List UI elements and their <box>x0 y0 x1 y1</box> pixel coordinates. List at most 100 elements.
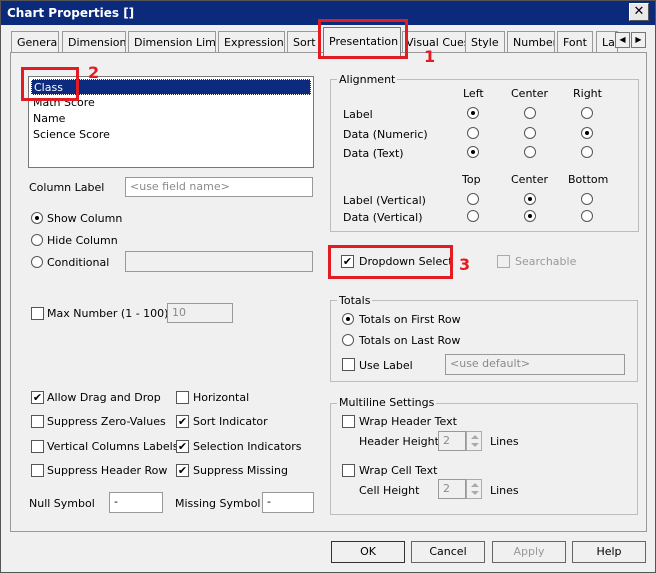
wrap-cell-label: Wrap Cell Text <box>359 464 438 477</box>
annotation-box-presentation <box>318 19 408 59</box>
null-symbol-input[interactable]: - <box>109 492 163 513</box>
selection-indicators-label: Selection Indicators <box>193 440 302 453</box>
window-title: Chart Properties [] <box>7 6 135 20</box>
suppress-header-label: Suppress Header Row <box>47 464 168 477</box>
align-header-top: Top <box>462 173 481 186</box>
totals-group-title: Totals <box>337 294 373 307</box>
list-item[interactable]: Science Score <box>31 127 311 143</box>
ok-button[interactable]: OK <box>331 541 405 563</box>
selection-indicators-checkbox[interactable]: ✔ <box>176 440 189 453</box>
max-number-input: 10 <box>167 303 233 323</box>
datav-center-radio[interactable] <box>524 210 536 222</box>
list-item[interactable]: Name <box>31 111 311 127</box>
hide-column-label: Hide Column <box>47 234 118 247</box>
cell-lines-label: Lines <box>490 484 519 497</box>
align-header-left: Left <box>463 87 484 100</box>
vertical-labels-checkbox[interactable] <box>31 440 44 453</box>
totals-last-row-radio[interactable] <box>342 334 354 346</box>
align-header-center: Center <box>511 87 549 100</box>
missing-symbol-label: Missing Symbol <box>175 497 261 510</box>
tab-number[interactable]: Number <box>507 31 555 53</box>
tab-dimensions[interactable]: Dimensions <box>62 31 126 53</box>
tab-font[interactable]: Font <box>557 31 593 53</box>
horizontal-checkbox[interactable] <box>176 391 189 404</box>
align-header-right: Right <box>573 87 602 100</box>
cell-height-spinner <box>466 479 482 499</box>
cell-height-label: Cell Height <box>359 484 420 497</box>
show-column-radio[interactable] <box>31 212 43 224</box>
labelv-top-radio[interactable] <box>467 193 479 205</box>
label-right-radio[interactable] <box>581 107 593 119</box>
allow-drag-checkbox[interactable]: ✔ <box>31 391 44 404</box>
tab-dimension-limits[interactable]: Dimension Limits <box>128 31 216 53</box>
suppress-zero-label: Suppress Zero-Values <box>47 415 166 428</box>
use-label-checkbox[interactable] <box>342 358 355 371</box>
horizontal-label: Horizontal <box>193 391 250 404</box>
multiline-group-title: Multiline Settings <box>337 396 437 409</box>
align-header-bottom: Bottom <box>568 173 609 186</box>
conditional-input <box>125 251 313 272</box>
align-row-data-text: Data (Text) <box>343 147 404 160</box>
text-right-radio[interactable] <box>581 146 593 158</box>
tab-scroll-left-icon[interactable]: ◀ <box>615 32 630 48</box>
totals-first-row-radio[interactable] <box>342 313 354 325</box>
max-number-checkbox[interactable] <box>31 307 44 320</box>
suppress-header-checkbox[interactable] <box>31 464 44 477</box>
column-label-input[interactable]: <use field name> <box>125 177 313 197</box>
tab-style[interactable]: Style <box>465 31 505 53</box>
cancel-button[interactable]: Cancel <box>411 541 485 563</box>
alignment-group-title: Alignment <box>337 73 398 86</box>
hide-column-radio[interactable] <box>31 234 43 246</box>
suppress-zero-checkbox[interactable] <box>31 415 44 428</box>
annotation-number-1: 1 <box>424 47 436 66</box>
text-left-radio[interactable] <box>467 146 479 158</box>
annotation-number-2: 2 <box>88 63 100 82</box>
help-button[interactable]: Help <box>572 541 646 563</box>
totals-last-row-label: Totals on Last Row <box>359 334 461 347</box>
label-center-radio[interactable] <box>524 107 536 119</box>
header-lines-label: Lines <box>490 435 519 448</box>
align-row-data-numeric: Data (Numeric) <box>343 128 428 141</box>
annotation-number-3: 3 <box>459 255 471 274</box>
sort-indicator-checkbox[interactable]: ✔ <box>176 415 189 428</box>
numeric-center-radio[interactable] <box>524 127 536 139</box>
text-center-radio[interactable] <box>524 146 536 158</box>
wrap-cell-checkbox[interactable] <box>342 464 355 477</box>
apply-button: Apply <box>492 541 566 563</box>
align-header-vcenter: Center <box>511 173 549 186</box>
searchable-checkbox <box>497 255 510 268</box>
tab-general[interactable]: General <box>11 31 59 53</box>
conditional-radio[interactable] <box>31 256 43 268</box>
header-height-input: 2 <box>438 431 466 451</box>
use-label-input: <use default> <box>445 354 625 375</box>
datav-bottom-radio[interactable] <box>581 210 593 222</box>
tab-sort[interactable]: Sort <box>287 31 321 53</box>
sort-indicator-label: Sort Indicator <box>193 415 268 428</box>
close-icon[interactable]: ✕ <box>629 3 649 21</box>
missing-symbol-input[interactable]: - <box>262 492 314 513</box>
conditional-label: Conditional <box>47 256 110 269</box>
tab-scroll-right-icon[interactable]: ▶ <box>631 32 646 48</box>
allow-drag-label: Allow Drag and Drop <box>47 391 161 404</box>
suppress-missing-label: Suppress Missing <box>193 464 288 477</box>
align-row-label-vertical: Label (Vertical) <box>343 194 426 207</box>
header-height-spinner <box>466 431 482 451</box>
totals-first-row-label: Totals on First Row <box>359 313 461 326</box>
labelv-center-radio[interactable] <box>524 193 536 205</box>
wrap-header-checkbox[interactable] <box>342 415 355 428</box>
tab-expressions[interactable]: Expressions <box>218 31 285 53</box>
show-column-label: Show Column <box>47 212 123 225</box>
column-label-label: Column Label <box>29 181 105 194</box>
numeric-left-radio[interactable] <box>467 127 479 139</box>
max-number-label: Max Number (1 - 100) <box>47 307 169 320</box>
use-label-label: Use Label <box>359 359 413 372</box>
label-left-radio[interactable] <box>467 107 479 119</box>
datav-top-radio[interactable] <box>467 210 479 222</box>
labelv-bottom-radio[interactable] <box>581 193 593 205</box>
numeric-right-radio[interactable] <box>581 127 593 139</box>
wrap-header-label: Wrap Header Text <box>359 415 457 428</box>
header-height-label: Header Height <box>359 435 439 448</box>
annotation-box-class <box>21 67 79 101</box>
searchable-label: Searchable <box>515 255 577 268</box>
suppress-missing-checkbox[interactable]: ✔ <box>176 464 189 477</box>
